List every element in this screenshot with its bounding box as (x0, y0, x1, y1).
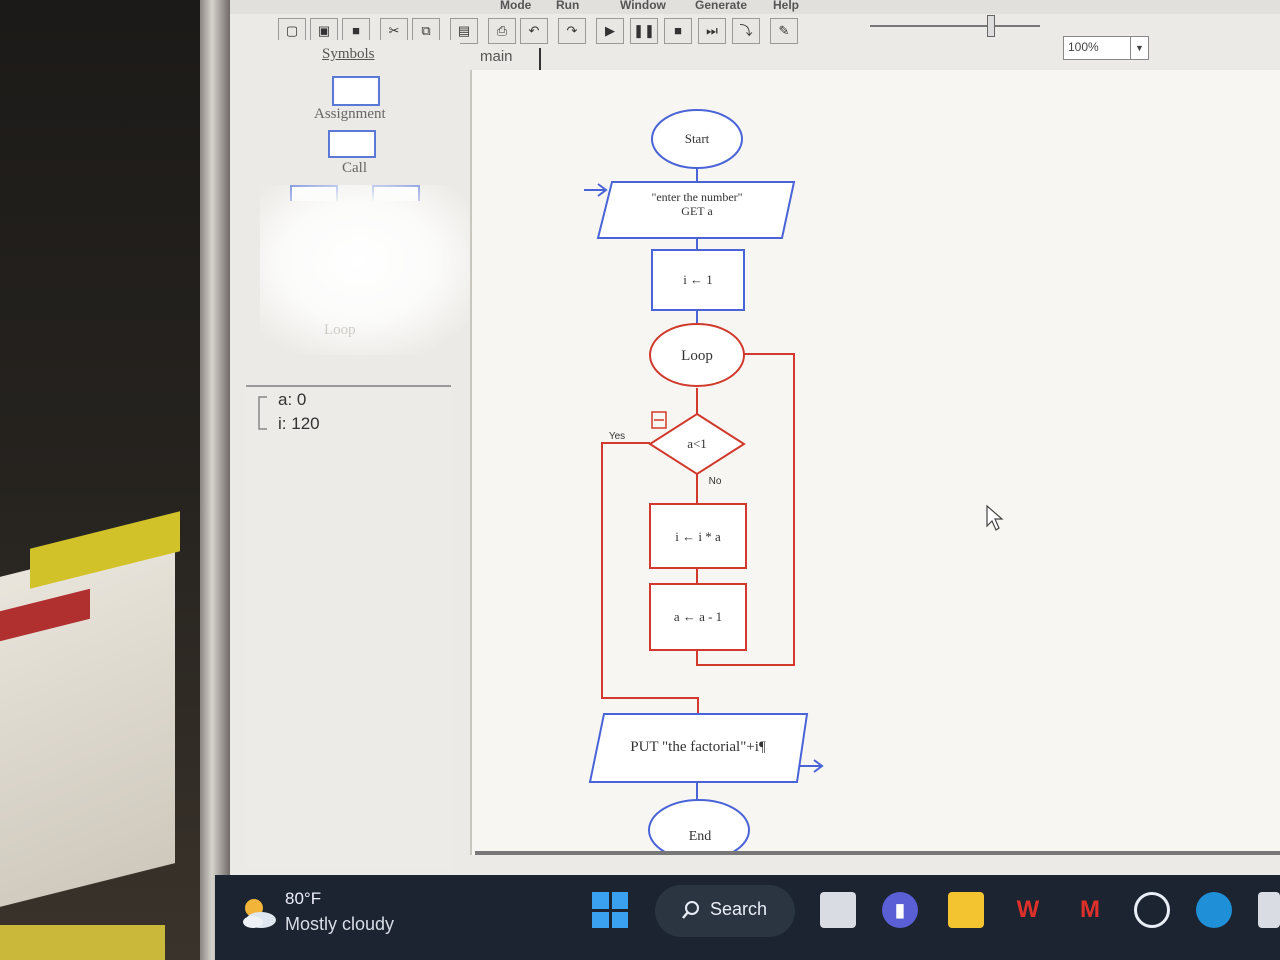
variables-panel: a: 0 i: 120 (246, 385, 451, 870)
input-prompt-text: "enter the number" (651, 190, 742, 204)
assign-dec-text: a ← a - 1 (674, 609, 722, 624)
print-icon[interactable]: ⎙ (488, 18, 516, 44)
assignment-symbol[interactable] (332, 76, 380, 106)
menu-window[interactable]: Window (620, 0, 666, 12)
menubar: Mode Run Window Generate Help (230, 0, 1280, 14)
search-icon (682, 901, 699, 919)
run-icon[interactable]: ▶ (596, 18, 624, 44)
tree-bracket (258, 396, 267, 430)
horizontal-scrollbar[interactable] (475, 851, 1280, 855)
pen-icon[interactable]: ✎ (770, 18, 798, 44)
search-label: Search (710, 899, 768, 919)
mcafee-icon[interactable]: M (1072, 892, 1108, 928)
variable-value: 120 (291, 414, 320, 433)
menu-run[interactable]: Run (556, 0, 579, 12)
edge-browser-icon[interactable] (1196, 892, 1232, 928)
redo-icon[interactable]: ↷ (558, 18, 586, 44)
store-icon[interactable] (1258, 892, 1280, 928)
app-circle-icon[interactable] (1134, 892, 1170, 928)
speed-slider-thumb[interactable] (987, 15, 995, 37)
loop-text: Loop (681, 348, 713, 364)
start-label: Start (685, 131, 710, 146)
variable-name: a (278, 390, 288, 409)
step-icon[interactable]: ⏭ (698, 18, 726, 44)
yes-label: Yes (609, 431, 625, 442)
teams-chat-icon[interactable]: ▮ (882, 892, 918, 928)
monitor-bezel (200, 0, 230, 960)
weather-temp[interactable]: 80°F (285, 889, 321, 909)
stop-icon[interactable]: ■ (664, 18, 692, 44)
symbols-title: Symbols (322, 46, 375, 62)
output-text: PUT "the factorial"+i¶ (630, 739, 766, 755)
end-terminal[interactable] (648, 799, 750, 855)
zoom-select[interactable]: 100% ▼ (1063, 36, 1149, 60)
screen: Mode Run Window Generate Help ▢ ▣ ■ ✂ ⧉ … (230, 0, 1280, 875)
mouse-pointer-icon (986, 504, 1004, 531)
assign-init-text: i ← 1 (683, 272, 713, 287)
task-view-icon[interactable] (820, 892, 856, 928)
call-label: Call (342, 160, 367, 176)
zoom-value: 100% (1068, 40, 1099, 54)
end-label: End (689, 829, 712, 844)
variable-row-i: i: 120 (278, 414, 320, 433)
step-into-icon[interactable]: ⤵ (732, 18, 760, 44)
taskbar-search[interactable]: Search (655, 885, 795, 937)
menu-mode[interactable]: Mode (500, 0, 531, 12)
call-symbol[interactable] (328, 130, 376, 158)
flowchart-svg: Start "enter the number" GET a i ← 1 Loo… (584, 109, 1004, 855)
taskbar: 80°F Mostly cloudy Search ▮ W M (215, 875, 1280, 960)
no-label: No (709, 476, 722, 487)
undo-icon[interactable]: ↶ (520, 18, 548, 44)
variable-row-a: a: 0 (278, 390, 307, 409)
menu-generate[interactable]: Generate (695, 0, 747, 12)
file-explorer-icon[interactable] (948, 892, 984, 928)
condition-text: a<1 (687, 436, 707, 451)
assign-mult-text: i ← i * a (675, 529, 721, 544)
weather-cloud-icon (243, 899, 276, 928)
windows-start-icon[interactable] (592, 892, 628, 928)
assignment-label: Assignment (314, 106, 386, 122)
symbols-panel: Symbols Assignment Call Loop (250, 40, 480, 382)
variable-value: 0 (296, 390, 307, 409)
chevron-down-icon[interactable]: ▼ (1130, 37, 1148, 59)
tab-main[interactable]: main (480, 48, 513, 65)
input-get-text: GET a (681, 204, 713, 218)
flowchart-canvas[interactable]: Start "enter the number" GET a i ← 1 Loo… (470, 70, 1280, 855)
screen-glare (260, 185, 480, 355)
pause-icon[interactable]: ❚❚ (630, 18, 658, 44)
loop-exit-line (601, 442, 699, 714)
loop-label: Loop (324, 322, 356, 338)
speed-slider-track[interactable] (870, 25, 1040, 27)
variable-name: i (278, 414, 282, 433)
wps-office-icon[interactable]: W (1010, 892, 1046, 928)
menu-help[interactable]: Help (773, 0, 799, 12)
yellow-folder-base (0, 925, 165, 960)
weather-desc[interactable]: Mostly cloudy (285, 914, 394, 935)
